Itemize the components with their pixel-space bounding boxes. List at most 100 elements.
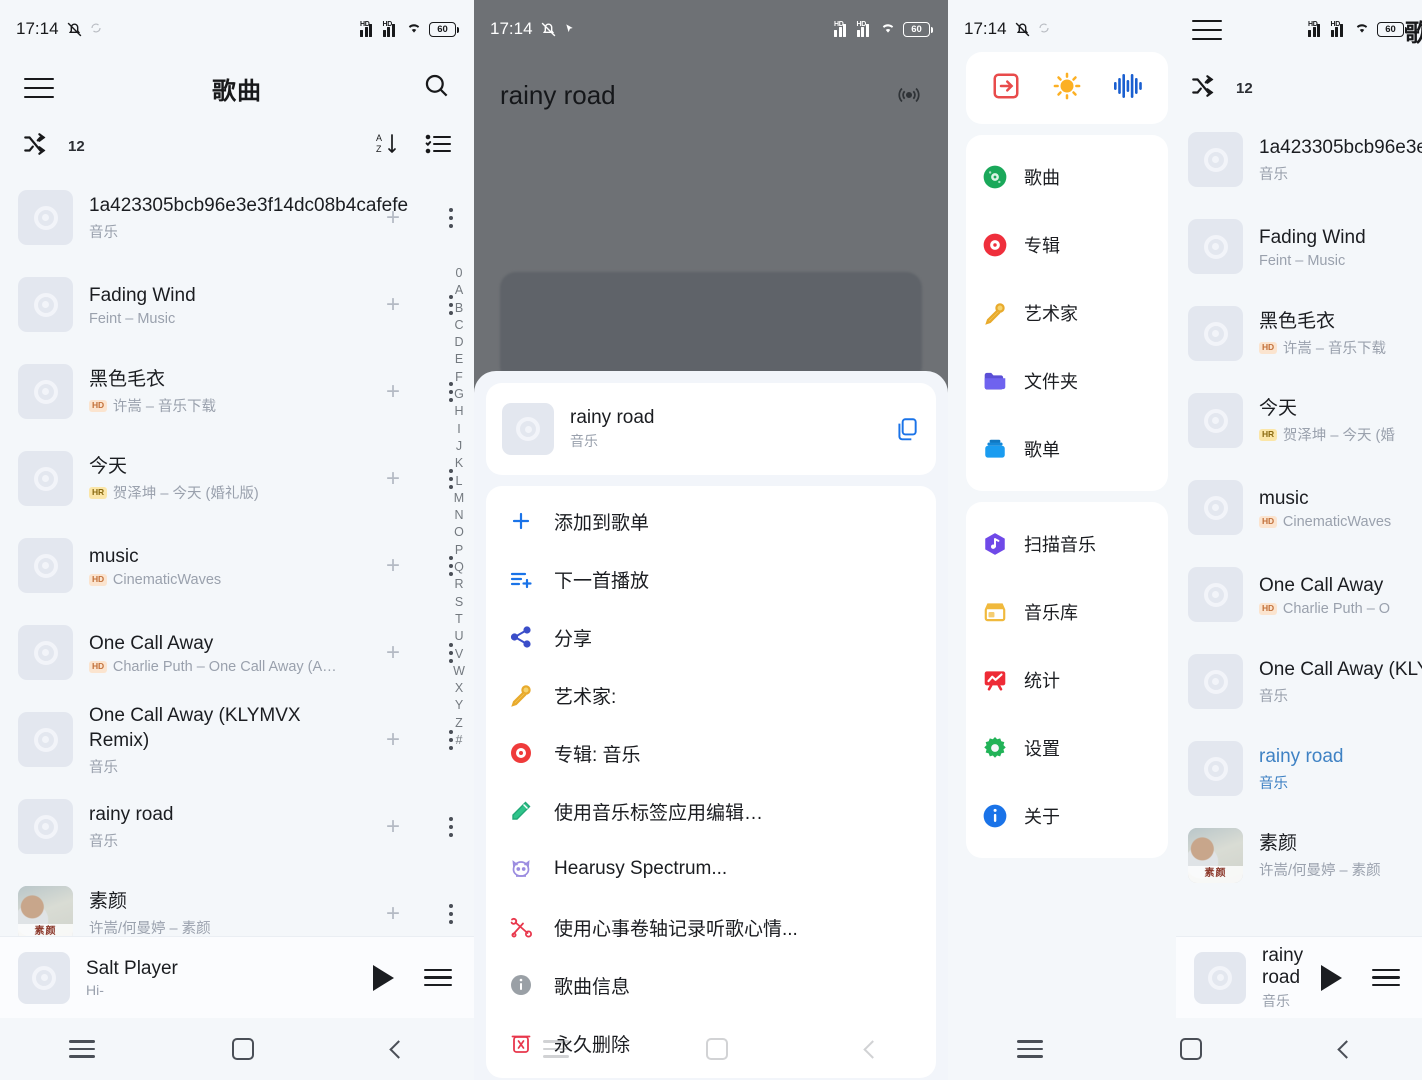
alphabet-index-letter[interactable]: D	[454, 334, 463, 351]
now-playing-bar[interactable]: rainy road 音乐	[1176, 936, 1422, 1018]
nav-back-icon[interactable]	[1337, 1039, 1356, 1059]
context-menu-item[interactable]: 使用音乐标签应用编辑…	[486, 782, 936, 840]
song-list-item[interactable]: One Call Away HD Charlie Puth – One Call A…	[0, 609, 474, 696]
alphabet-index-letter[interactable]: H	[454, 403, 463, 420]
add-to-playlist-button[interactable]: +	[374, 814, 412, 839]
alphabet-index-letter[interactable]: P	[455, 542, 463, 559]
drawer-item[interactable]: 艺术家	[966, 279, 1168, 347]
alphabet-index-letter[interactable]: Y	[455, 697, 463, 714]
alphabet-index-letter[interactable]: G	[454, 386, 464, 403]
add-to-playlist-button[interactable]: +	[374, 292, 412, 317]
shuffle-icon[interactable]	[22, 131, 48, 162]
play-icon[interactable]	[373, 964, 394, 991]
nav-back-icon[interactable]	[389, 1039, 408, 1059]
song-list-item[interactable]: One Call Away (KLYMVX Remix) 音乐 +	[0, 696, 474, 783]
alphabet-index-letter[interactable]: N	[454, 507, 463, 524]
alphabet-index-letter[interactable]: F	[455, 369, 463, 386]
song-list-item[interactable]: 黑色毛衣 HD 许嵩 – 音乐下载	[1176, 290, 1422, 377]
drawer-item[interactable]: 统计	[966, 646, 1168, 714]
add-to-playlist-button[interactable]: +	[374, 379, 412, 404]
add-to-playlist-button[interactable]: +	[374, 727, 412, 752]
hamburger-icon[interactable]	[24, 78, 54, 98]
song-list-item[interactable]: 素颜许嵩/何曼婷 – 素颜	[1176, 812, 1422, 899]
song-list-item[interactable]: Fading Wind Feint – Music +	[0, 261, 474, 348]
nav-home-icon[interactable]	[232, 1038, 255, 1060]
drawer-item[interactable]: 文件夹	[966, 347, 1168, 415]
add-to-playlist-button[interactable]: +	[374, 901, 412, 926]
context-menu-item[interactable]: 专辑: 音乐	[486, 724, 936, 782]
song-list-item[interactable]: rainy road 音乐	[1176, 725, 1422, 812]
sun-brightness-icon[interactable]	[1052, 71, 1082, 106]
drawer-item[interactable]: 设置	[966, 714, 1168, 782]
song-list-item[interactable]: music HD CinematicWaves +	[0, 522, 474, 609]
search-icon[interactable]	[423, 72, 450, 104]
context-menu-item[interactable]: 艺术家:	[486, 666, 936, 724]
shuffle-icon[interactable]	[1190, 73, 1216, 104]
alphabet-index-letter[interactable]: B	[455, 300, 463, 317]
exit-icon[interactable]	[991, 71, 1021, 106]
alphabet-index-letter[interactable]: V	[455, 646, 463, 663]
context-menu-item[interactable]: Hearusy Spectrum...	[486, 840, 936, 898]
alphabet-index-letter[interactable]: J	[456, 438, 462, 455]
alphabet-index-letter[interactable]: S	[455, 594, 463, 611]
drawer-item[interactable]: 歌单	[966, 415, 1168, 483]
alphabet-index-letter[interactable]: W	[453, 663, 465, 680]
nav-back-icon[interactable]	[863, 1039, 882, 1059]
cast-icon[interactable]	[896, 82, 922, 113]
alphabet-index-letter[interactable]: C	[454, 317, 463, 334]
alphabet-index-letter[interactable]: #	[456, 732, 463, 749]
context-menu-item[interactable]: 歌曲信息	[486, 956, 936, 1014]
hamburger-icon[interactable]	[1192, 20, 1222, 40]
drawer-item[interactable]: 关于	[966, 782, 1168, 850]
alphabet-index-letter[interactable]: 0	[456, 265, 463, 282]
add-to-playlist-button[interactable]: +	[374, 553, 412, 578]
drawer-item[interactable]: 歌曲	[966, 143, 1168, 211]
song-overflow-button[interactable]	[428, 903, 474, 924]
song-list-item[interactable]: rainy road 音乐 +	[0, 783, 474, 870]
context-menu-item[interactable]: 使用心事卷轴记录听歌心情...	[486, 898, 936, 956]
context-sheet-header[interactable]: rainy road 音乐	[486, 383, 936, 475]
add-to-playlist-button[interactable]: +	[374, 205, 412, 230]
song-list-item[interactable]: One Call Away HD Charlie Puth – O	[1176, 551, 1422, 638]
alphabet-index-letter[interactable]: Q	[454, 559, 464, 576]
nav-home-icon[interactable]	[1180, 1038, 1203, 1060]
alphabet-index-letter[interactable]: O	[454, 524, 464, 541]
song-list-item[interactable]: music HD CinematicWaves	[1176, 464, 1422, 551]
song-list-item[interactable]: 今天 HR 贺泽坤 – 今天 (婚礼版) +	[0, 435, 474, 522]
alphabet-index-letter[interactable]: A	[455, 282, 463, 299]
alphabet-index-letter[interactable]: R	[454, 576, 463, 593]
drawer-item[interactable]: 专辑	[966, 211, 1168, 279]
alphabet-index-letter[interactable]: M	[454, 490, 464, 507]
nav-menu-icon[interactable]	[1016, 1040, 1043, 1058]
add-to-playlist-button[interactable]: +	[374, 466, 412, 491]
list-view-icon[interactable]	[425, 132, 452, 161]
copy-icon[interactable]	[894, 416, 920, 442]
alphabet-index-letter[interactable]: U	[454, 628, 463, 645]
alphabet-index-scroller[interactable]: 0 A B C D E F G H I J K L M N O P Q R S T U V W X Y Z #	[448, 265, 470, 749]
add-to-playlist-button[interactable]: +	[374, 640, 412, 665]
alphabet-index-letter[interactable]: E	[455, 351, 463, 368]
context-menu-item[interactable]: 添加到歌单	[486, 492, 936, 550]
song-list-item[interactable]: 黑色毛衣 HD 许嵩 – 音乐下载 +	[0, 348, 474, 435]
nav-menu-icon[interactable]	[68, 1040, 95, 1058]
play-icon[interactable]	[1321, 964, 1342, 991]
equalizer-icon[interactable]	[1113, 73, 1143, 104]
context-menu-item[interactable]: 下一首播放	[486, 550, 936, 608]
song-list-item[interactable]: 今天 HR 贺泽坤 – 今天 (婚	[1176, 377, 1422, 464]
sort-az-icon[interactable]: A Z	[375, 132, 399, 161]
song-list-item[interactable]: One Call Away (KLYMVX Remix) 音乐	[1176, 638, 1422, 725]
drawer-item[interactable]: 音乐库	[966, 578, 1168, 646]
alphabet-index-letter[interactable]: X	[455, 680, 463, 697]
nav-home-icon[interactable]	[706, 1038, 729, 1060]
context-menu-item[interactable]: 分享	[486, 608, 936, 666]
alphabet-index-letter[interactable]: K	[455, 455, 463, 472]
nav-menu-icon[interactable]	[542, 1040, 569, 1058]
alphabet-index-letter[interactable]: Z	[455, 715, 463, 732]
now-playing-bar[interactable]: Salt Player Hi-	[0, 936, 474, 1018]
drawer-item[interactable]: 扫描音乐	[966, 510, 1168, 578]
alphabet-index-letter[interactable]: T	[455, 611, 463, 628]
song-list-item[interactable]: 1a423305bcb96e3e3f14dc08b4cafefe 音乐	[1176, 116, 1422, 203]
queue-list-icon[interactable]	[1372, 968, 1400, 987]
queue-list-icon[interactable]	[424, 968, 452, 987]
song-list-item[interactable]: 1a423305bcb96e3e3f14dc08b4cafefe 音乐 +	[0, 174, 474, 261]
